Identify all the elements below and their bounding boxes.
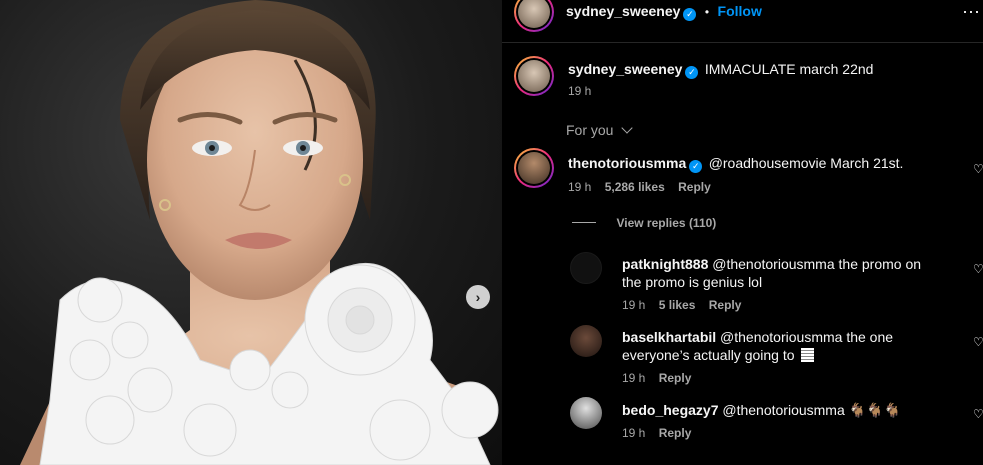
follow-button[interactable]: Follow [718, 3, 762, 19]
chevron-right-icon: › [475, 289, 481, 305]
comment-username[interactable]: thenotoriousmma [568, 155, 686, 171]
comment-text: @roadhousemovie March 21st. [708, 155, 904, 171]
reply-button[interactable]: Reply [678, 180, 711, 194]
like-heart-icon[interactable]: ♡ [973, 262, 983, 276]
next-photo-button[interactable]: › [466, 285, 490, 309]
caption-username[interactable]: sydney_sweeney [568, 61, 682, 77]
reply-text-line1: baselkhartabil @thenotoriousmma the one [622, 328, 952, 346]
reply-text-line2: everyone’s actually going to [622, 346, 952, 364]
like-heart-icon[interactable]: ♡ [973, 335, 983, 349]
caption-text: IMMACULATE march 22nd [704, 61, 874, 77]
reply-button[interactable]: Reply [659, 371, 692, 385]
comment-username[interactable]: patknight888 [622, 256, 708, 272]
like-heart-icon[interactable]: ♡ [973, 407, 983, 421]
verified-badge-icon: ✓ [683, 8, 697, 21]
post-side-panel: sydney_sweeney ✓ • Follow ⋯ sydney_sweene… [502, 0, 983, 465]
commenter-avatar[interactable] [514, 148, 554, 188]
reply-text-line1: patknight888 @thenotoriousmma the promo … [622, 255, 952, 273]
header-username[interactable]: sydney_sweeney [566, 3, 680, 19]
commenter-avatar[interactable] [570, 397, 602, 429]
chevron-down-icon [621, 122, 633, 134]
sort-label: For you [566, 122, 614, 138]
author-avatar[interactable] [514, 0, 554, 32]
like-heart-icon[interactable]: ♡ [973, 162, 983, 176]
commenter-avatar[interactable] [570, 325, 602, 357]
comment-likes[interactable]: 5 likes [659, 298, 696, 312]
comment-username[interactable]: baselkhartabil [622, 329, 716, 345]
comment-time: 19 h [622, 298, 646, 312]
verified-badge-icon: ✓ [685, 66, 699, 79]
comment-text-continued: everyone’s actually going to [622, 347, 795, 363]
reply-button[interactable]: Reply [709, 298, 742, 312]
caption-avatar[interactable] [514, 56, 554, 96]
comment-time: 19 h [622, 371, 646, 385]
comment-likes[interactable]: 5,286 likes [605, 180, 665, 194]
commenter-avatar[interactable] [570, 252, 602, 284]
more-options-icon[interactable]: ⋯ [962, 2, 981, 23]
view-replies-label: View replies (110) [616, 216, 717, 230]
post-photo[interactable]: › [0, 0, 502, 465]
reply-button[interactable]: Reply [659, 426, 692, 440]
view-replies-button[interactable]: View replies (110) [572, 214, 716, 232]
verified-badge-icon: ✓ [689, 160, 703, 173]
comment-text: @thenotoriousmma the promo on [712, 256, 922, 272]
comment-text: @thenotoriousmma the one [720, 329, 894, 345]
comment-text: @thenotoriousmma 🐐🐐🐐 [722, 402, 901, 418]
header-separator: • [704, 5, 710, 19]
replies-divider [572, 222, 596, 223]
comment-time: 19 h [568, 180, 592, 194]
document-emoji-icon [801, 348, 815, 362]
comment-username[interactable]: bedo_hegazy7 [622, 402, 718, 418]
post-header: sydney_sweeney ✓ • Follow ⋯ [502, 0, 983, 43]
caption-time: 19 h [568, 84, 592, 98]
comment-time: 19 h [622, 426, 646, 440]
portrait-illustration [20, 0, 499, 465]
sort-dropdown[interactable]: For you [566, 122, 633, 140]
reply-text-line2: the promo is genius lol [622, 274, 763, 290]
